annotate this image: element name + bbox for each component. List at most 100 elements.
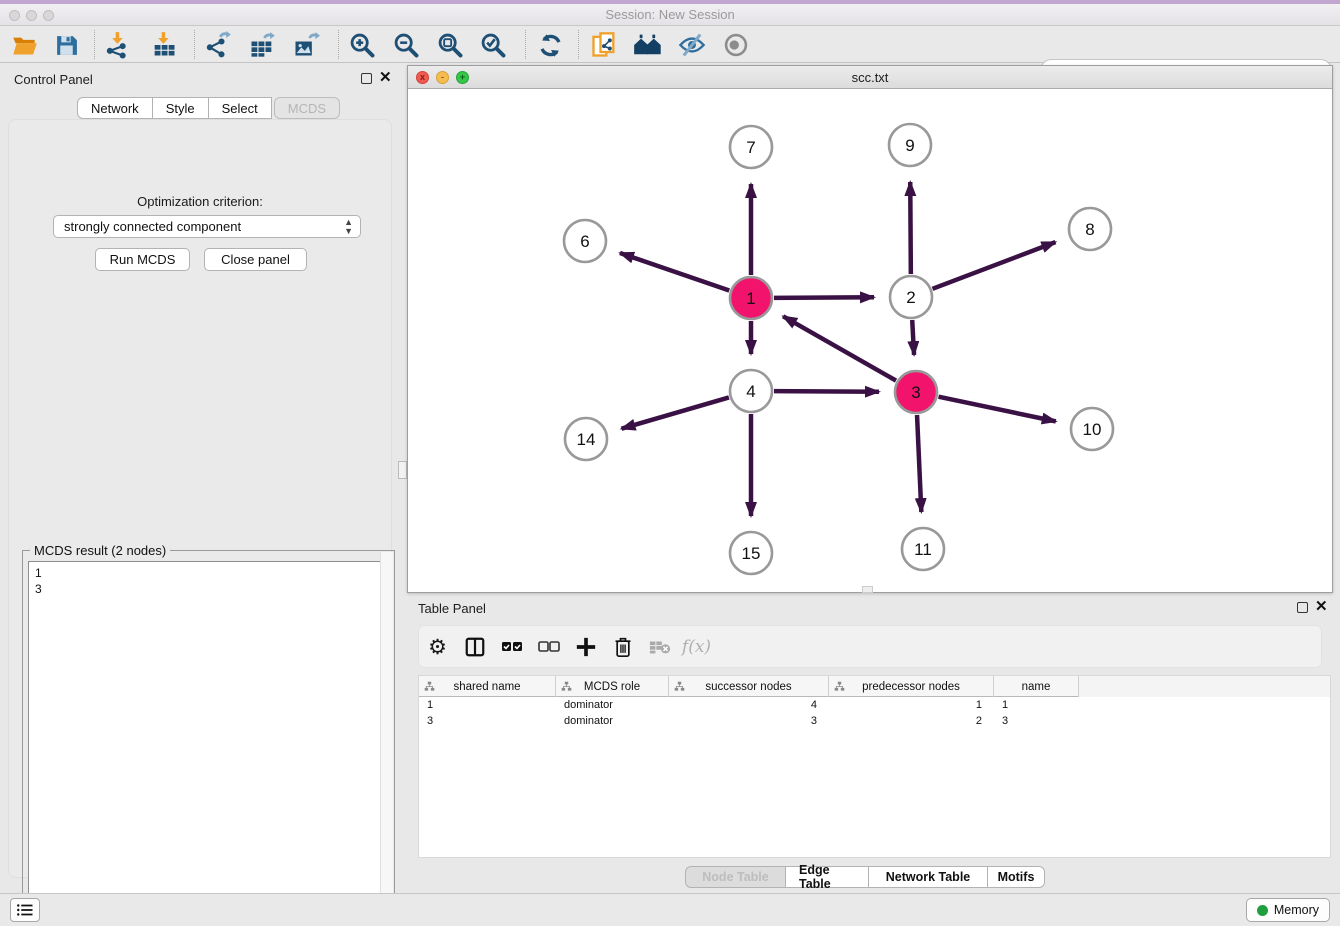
tab-motifs[interactable]: Motifs [987, 866, 1045, 888]
deselect-all-icon[interactable] [530, 632, 567, 662]
close-panel-button[interactable]: Close panel [204, 248, 307, 271]
export-image-icon[interactable] [290, 29, 322, 61]
clone-network-icon[interactable] [588, 29, 620, 61]
table-row[interactable]: 3 dominator 3 2 3 [419, 713, 1330, 729]
column-header-mcds-role[interactable]: MCDS role [556, 676, 669, 697]
cell-shared-name[interactable]: 1 [419, 697, 556, 713]
tab-edge-table[interactable]: Edge Table [785, 866, 869, 888]
graph-edge-3-1[interactable] [783, 316, 896, 380]
graph-edge-2-3[interactable] [912, 320, 914, 355]
column-header-shared-name[interactable]: shared name [419, 676, 556, 697]
graph-node-9[interactable]: 9 [889, 124, 931, 166]
tab-network-table[interactable]: Network Table [868, 866, 988, 888]
export-network-icon[interactable] [202, 29, 234, 61]
graph-node-6[interactable]: 6 [564, 220, 606, 262]
tab-node-table[interactable]: Node Table [685, 866, 786, 888]
tab-network[interactable]: Network [77, 97, 153, 119]
network-canvas[interactable]: 1 2 3 4 6 7 8 9 10 11 14 15 [408, 89, 1332, 592]
zoom-selected-icon[interactable] [477, 29, 509, 61]
zoom-fit-icon[interactable] [434, 29, 466, 61]
select-all-icon[interactable] [493, 632, 530, 662]
cell-mcds-role[interactable]: dominator [556, 713, 669, 729]
column-type-icon [834, 681, 845, 692]
tab-style[interactable]: Style [152, 97, 209, 119]
graph-edge-2-9[interactable] [910, 182, 911, 274]
graph-node-2[interactable]: 2 [890, 276, 932, 318]
graph-node-8[interactable]: 8 [1069, 208, 1111, 250]
tab-select[interactable]: Select [208, 97, 272, 119]
run-mcds-button[interactable]: Run MCDS [95, 248, 190, 271]
graph-edge-4-3[interactable] [774, 391, 879, 392]
close-table-panel-icon[interactable]: ✕ [1315, 601, 1328, 613]
optimization-criterion-label: Optimization criterion: [9, 194, 391, 209]
close-panel-icon[interactable]: ✕ [379, 72, 392, 84]
float-table-panel-icon[interactable] [1297, 602, 1308, 613]
graph-edge-3-10[interactable] [939, 397, 1056, 422]
refresh-layout-icon[interactable] [534, 29, 566, 61]
graph-node-4[interactable]: 4 [730, 370, 772, 412]
graph-node-1[interactable]: 1 [730, 277, 772, 319]
node-table: shared name MCDS role successor nodes pr… [418, 675, 1331, 858]
dropdown-value: strongly connected component [64, 219, 241, 234]
graph-node-3[interactable]: 3 [895, 371, 937, 413]
graph-node-10[interactable]: 10 [1071, 408, 1113, 450]
import-network-icon[interactable] [102, 29, 134, 61]
table-panel: Table Panel ✕ ⚙ f(x) [407, 595, 1333, 893]
column-header-predecessor-nodes[interactable]: predecessor nodes [829, 676, 994, 697]
cell-predecessor-nodes[interactable]: 2 [829, 713, 994, 729]
cell-name[interactable]: 1 [994, 697, 1079, 713]
save-icon[interactable] [50, 29, 82, 61]
task-history-button[interactable] [10, 898, 40, 922]
vertical-splitter-grip[interactable] [398, 461, 407, 479]
import-table-icon[interactable] [148, 29, 180, 61]
zoom-out-icon[interactable] [390, 29, 422, 61]
horizontal-splitter-grip[interactable] [862, 586, 873, 593]
float-panel-icon[interactable] [361, 73, 372, 84]
graph-edge-1-6[interactable] [620, 253, 729, 291]
function-builder-icon[interactable]: f(x) [678, 632, 715, 662]
cell-successor-nodes[interactable]: 3 [669, 713, 829, 729]
result-scrollbar[interactable] [380, 552, 393, 917]
toolbar-separator [94, 30, 95, 59]
cell-predecessor-nodes[interactable]: 1 [829, 697, 994, 713]
tab-mcds[interactable]: MCDS [274, 97, 340, 119]
cell-shared-name[interactable]: 3 [419, 713, 556, 729]
table-toolbar: ⚙ f(x) [418, 625, 1322, 668]
cell-successor-nodes[interactable]: 4 [669, 697, 829, 713]
graph-edge-3-11[interactable] [917, 415, 921, 512]
network-window-titlebar[interactable]: x - + scc.txt [408, 66, 1332, 89]
eye-icon[interactable] [720, 29, 752, 61]
statusbar: Memory [0, 893, 1340, 926]
cell-name[interactable]: 3 [994, 713, 1079, 729]
columns-icon[interactable] [456, 632, 493, 662]
add-column-icon[interactable] [567, 632, 604, 662]
mcds-result-textarea[interactable]: 1 3 [28, 561, 389, 926]
graph-edge-4-14[interactable] [622, 397, 729, 428]
graph-node-7[interactable]: 7 [730, 126, 772, 168]
column-header-name[interactable]: name [994, 676, 1079, 697]
delete-table-icon[interactable] [641, 632, 678, 662]
table-row[interactable]: 1 dominator 4 1 1 [419, 697, 1330, 713]
cell-mcds-role[interactable]: dominator [556, 697, 669, 713]
gear-icon[interactable]: ⚙ [419, 632, 456, 662]
svg-text:4: 4 [746, 382, 755, 401]
memory-button[interactable]: Memory [1246, 898, 1330, 922]
list-icon [16, 902, 34, 918]
optimization-criterion-dropdown[interactable]: strongly connected component ▲▼ [53, 215, 361, 238]
graph-edge-1-2[interactable] [774, 297, 874, 298]
graph-node-11[interactable]: 11 [902, 528, 944, 570]
titlebar: Session: New Session [0, 0, 1340, 26]
graph-node-15[interactable]: 15 [730, 532, 772, 574]
svg-text:3: 3 [911, 383, 920, 402]
open-folder-icon[interactable] [8, 29, 40, 61]
column-header-successor-nodes[interactable]: successor nodes [669, 676, 829, 697]
svg-text:2: 2 [906, 288, 915, 307]
network-window-title: scc.txt [408, 70, 1332, 85]
ndex-home-icon[interactable] [632, 29, 664, 61]
eye-slash-icon[interactable] [676, 29, 708, 61]
export-table-icon[interactable] [246, 29, 278, 61]
graph-node-14[interactable]: 14 [565, 418, 607, 460]
zoom-in-icon[interactable] [346, 29, 378, 61]
delete-column-icon[interactable] [604, 632, 641, 662]
graph-edge-2-8[interactable] [933, 242, 1056, 289]
